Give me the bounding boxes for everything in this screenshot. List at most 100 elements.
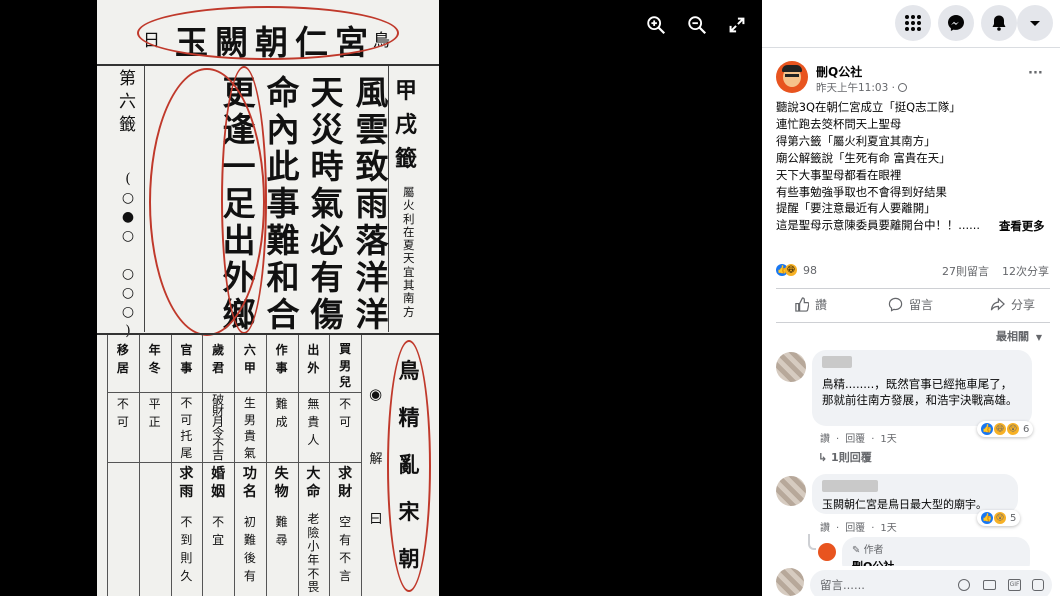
- post-text-line: 連忙跑去筊杯問天上聖母: [776, 116, 902, 131]
- comment-reactions-count: 6: [1023, 423, 1030, 435]
- poem-char: 事: [266, 184, 300, 223]
- share-label: 分享: [1011, 298, 1036, 312]
- comment-reply-link[interactable]: 回覆: [845, 523, 865, 534]
- reactions-summary[interactable]: 👍 😆 98: [776, 262, 817, 278]
- replies-count: 1則回覆: [831, 451, 872, 464]
- comment-text: 鳥精........，既然官事已經拖車尾了，那就前往南方發展，和浩宇決戰高雄。: [822, 377, 1018, 407]
- poem-char: 致: [355, 147, 389, 186]
- table-cell: 婚姻: [211, 466, 226, 500]
- notifications-button[interactable]: [981, 5, 1017, 41]
- table-cell: 求雨: [179, 466, 194, 500]
- share-icon: [990, 297, 1005, 311]
- messenger-button[interactable]: [938, 5, 974, 41]
- comment-input[interactable]: 留言...... GIF: [810, 570, 1052, 596]
- comment-like-link[interactable]: 讚: [820, 523, 830, 534]
- table-header-cell: 作事: [275, 343, 288, 375]
- emoji-icon[interactable]: [958, 579, 970, 591]
- zoom-out-button[interactable]: [686, 14, 712, 40]
- haha-reaction-icon: 😆: [994, 423, 1006, 435]
- shares-count[interactable]: 12次分享: [1002, 263, 1049, 279]
- table-cell: 平正: [148, 397, 161, 429]
- zoom-in-button[interactable]: [645, 14, 671, 40]
- haha-reaction-icon: 😆: [785, 264, 797, 276]
- poem-char: 風: [355, 73, 389, 112]
- table-header-cell: 移居: [116, 343, 129, 375]
- author-badge: 作者: [863, 545, 884, 556]
- view-replies-link[interactable]: ↳ 1則回覆: [818, 449, 872, 465]
- left-marks: (○ ● ○ ○ ○ ○): [121, 171, 135, 339]
- poem-char: 難: [266, 221, 300, 260]
- pencil-icon: ✎: [852, 545, 864, 556]
- post-time[interactable]: 昨天上午11:03: [816, 82, 888, 94]
- poem-char: 雲: [355, 110, 389, 149]
- menu-button[interactable]: [895, 5, 931, 41]
- see-more-link[interactable]: 查看更多: [999, 218, 1045, 234]
- sticker-icon[interactable]: [1032, 579, 1044, 591]
- comment-sort-dropdown[interactable]: 最相關 ▼: [996, 328, 1042, 344]
- globe-icon: [898, 83, 908, 92]
- comment-actions: 讚 · 回覆 · 1天: [820, 523, 897, 534]
- like-action[interactable]: 讚: [794, 296, 827, 313]
- commenter-avatar[interactable]: [776, 352, 806, 382]
- my-avatar[interactable]: [776, 568, 804, 596]
- table-header-cell: 出外: [307, 343, 320, 375]
- table-cell: 生男貴氣: [243, 396, 256, 460]
- comment-action[interactable]: 留言: [888, 296, 933, 313]
- account-button[interactable]: [1017, 5, 1053, 41]
- comment-label: 留言: [909, 298, 934, 312]
- comment-actions: 讚 · 回覆 · 1天: [820, 434, 897, 445]
- poem-char: 災: [310, 110, 344, 149]
- poem-char: 內: [266, 110, 300, 149]
- fullscreen-button[interactable]: [726, 14, 752, 40]
- poem-char: 有: [310, 258, 344, 297]
- table-header-cell: 官事: [180, 343, 193, 375]
- camera-icon[interactable]: [983, 580, 996, 590]
- share-action[interactable]: 分享: [990, 296, 1035, 313]
- post-options-button[interactable]: ···: [1028, 66, 1043, 81]
- comment-reactions[interactable]: 👍 😆 😮 6: [977, 421, 1034, 437]
- comments-count[interactable]: 27則留言: [942, 263, 989, 279]
- poem-char: 洋: [355, 295, 389, 334]
- comment-bubble: 鳥精........，既然官事已經拖車尾了，那就前往南方發展，和浩宇決戰高雄。: [812, 350, 1032, 426]
- post-text-line: 提醒「要注意最近有人要離開」: [776, 201, 936, 216]
- comment-reactions[interactable]: 👍 😮 5: [977, 510, 1021, 526]
- table-cell: 破財月令不吉: [212, 393, 225, 462]
- table-header-cell: 年冬: [148, 343, 161, 375]
- author-reply-avatar[interactable]: [818, 543, 836, 561]
- table-cell: 不到則久: [180, 515, 193, 583]
- comment-bubble: 玉闕朝仁宮是鳥日最大型的廟宇。: [812, 474, 1018, 514]
- table-cell: 初難後有: [243, 515, 256, 583]
- explain-label: 解曰: [369, 452, 383, 527]
- post-body: 聽說3Q在朝仁宮成立「挺Q志工隊」 連忙跑去筊杯問天上聖母 得第六籤「屬火利夏宜其南…: [776, 99, 1056, 234]
- post-time-row: 昨天上午11:03 ·: [816, 80, 908, 95]
- table-cell: 難成: [275, 397, 288, 429]
- reply-thread-line: [808, 534, 816, 550]
- commenter-avatar[interactable]: [776, 476, 806, 506]
- messenger-icon: [948, 15, 964, 31]
- comment-time[interactable]: 1天: [880, 434, 896, 445]
- author-avatar[interactable]: [776, 61, 808, 93]
- author-name[interactable]: 刪Q公社: [816, 63, 862, 80]
- table-cell: 不可: [116, 397, 129, 429]
- comment-time[interactable]: 1天: [880, 523, 896, 534]
- explain-mark: ◉: [369, 385, 383, 403]
- chevron-down-icon: ▼: [1035, 333, 1042, 342]
- poem-char: 必: [310, 221, 344, 260]
- poem-char: 命: [266, 73, 300, 112]
- commenter-name-redacted[interactable]: [822, 480, 878, 492]
- table-cell: 無貴人: [307, 397, 320, 447]
- comment-like-link[interactable]: 讚: [820, 434, 830, 445]
- comment-icon: [888, 297, 903, 312]
- post-sidebar: 刪Q公社 昨天上午11:03 · ··· 聽說3Q在朝仁宮成立「挺Q志工隊」 連忙…: [762, 0, 1060, 596]
- comment-reply-link[interactable]: 回覆: [845, 434, 865, 445]
- post-text-line: 聽說3Q在朝仁宮成立「挺Q志工隊」: [776, 100, 961, 114]
- gif-icon[interactable]: GIF: [1008, 579, 1021, 591]
- comment-reactions-count: 5: [1010, 512, 1017, 524]
- explain-red-oval: [387, 340, 431, 592]
- table-cell: 不可: [339, 397, 352, 429]
- reactions-count: 98: [803, 263, 817, 277]
- post-text-line: 有些事勉強爭取也不會得到好結果: [776, 184, 947, 199]
- table-cell: 老險小年不畏: [307, 512, 320, 595]
- comment-sort-label: 最相關: [996, 330, 1029, 343]
- commenter-name-redacted[interactable]: [822, 356, 852, 368]
